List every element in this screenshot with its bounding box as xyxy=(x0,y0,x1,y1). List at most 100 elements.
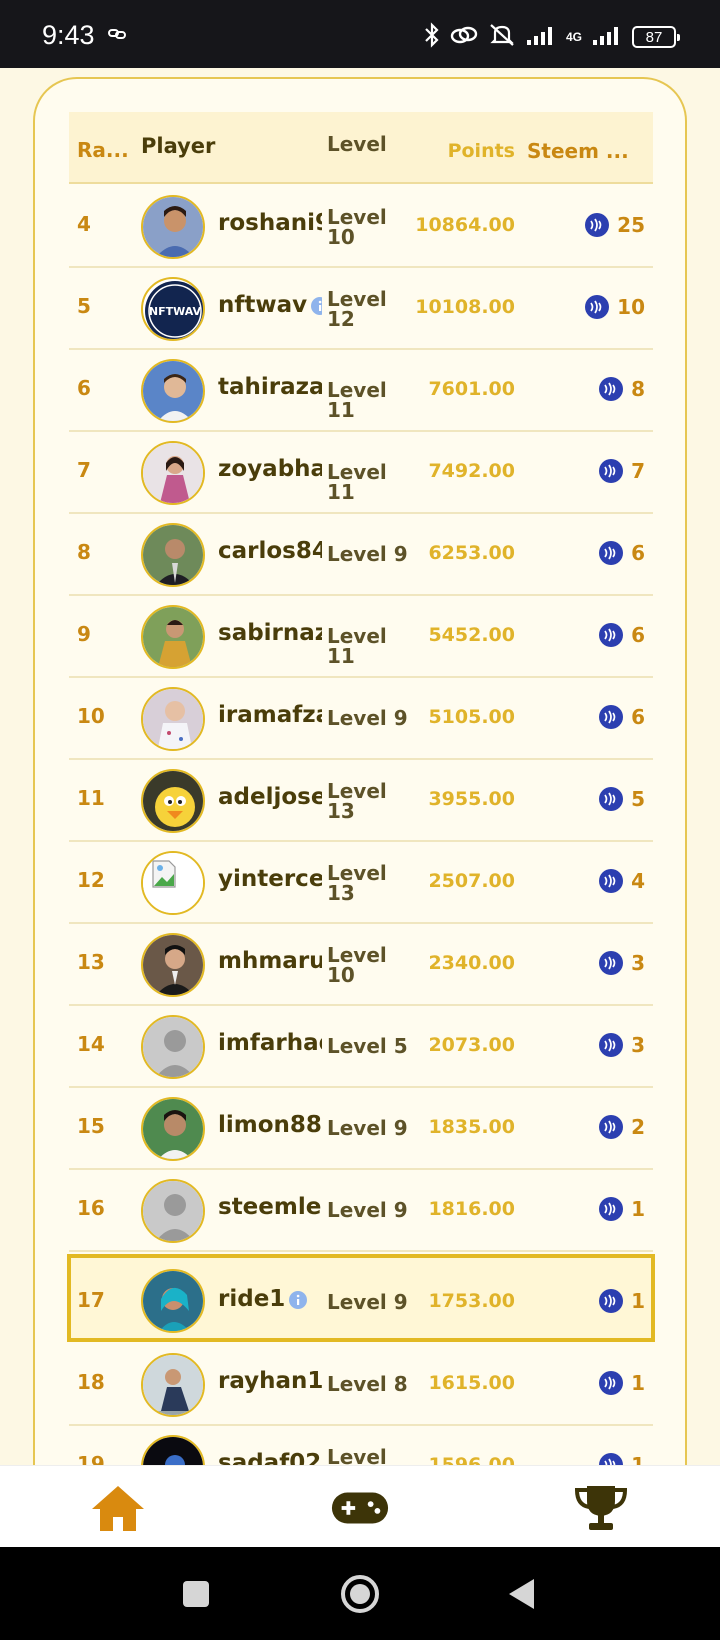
info-icon[interactable] xyxy=(289,1290,308,1309)
steem-cell: 3 xyxy=(599,1033,645,1057)
player-name[interactable]: mhmaruf xyxy=(218,948,322,974)
avatar[interactable] xyxy=(141,1015,205,1079)
header-player[interactable]: Player xyxy=(141,134,215,158)
steem-value: 1 xyxy=(631,1371,645,1395)
rank-cell: 8 xyxy=(77,540,91,564)
nav-games-button[interactable] xyxy=(330,1482,390,1534)
leaderboard-card: Ra... Player Level Points Steem ... 4 ro… xyxy=(33,77,687,1477)
avatar[interactable] xyxy=(141,359,205,423)
points-cell: 5105.00 xyxy=(428,706,515,728)
steem-icon xyxy=(599,459,624,483)
table-row[interactable]: 12 yintercep Level 13 2507.00 4 xyxy=(69,842,653,924)
system-home-button[interactable] xyxy=(340,1574,380,1614)
info-icon[interactable] xyxy=(311,296,322,315)
back-button[interactable] xyxy=(502,1574,542,1614)
avatar[interactable] xyxy=(141,1353,205,1417)
status-time: 9:43 xyxy=(42,20,95,50)
steem-icon xyxy=(599,1033,624,1057)
player-name[interactable]: carlos84 xyxy=(218,538,322,564)
header-rank[interactable]: Ra... xyxy=(77,138,129,162)
steem-cell: 2 xyxy=(599,1115,645,1139)
avatar[interactable] xyxy=(141,523,205,587)
avatar[interactable]: NFTWAV xyxy=(141,277,205,341)
points-cell: 10864.00 xyxy=(415,214,515,236)
player-name[interactable]: nftwav xyxy=(218,292,322,318)
home-icon xyxy=(92,1486,144,1531)
points-cell: 1835.00 xyxy=(428,1116,515,1138)
bluetooth-icon xyxy=(424,22,440,52)
steem-value: 6 xyxy=(631,541,645,565)
table-row[interactable]: 9 sabirnaz Level 11 5452.00 6 xyxy=(69,596,653,678)
table-row[interactable]: 8 carlos84 Level 9 6253.00 6 xyxy=(69,514,653,596)
level-cell: Level 11 xyxy=(327,378,387,422)
header-steem[interactable]: Steem ... xyxy=(527,139,645,163)
steem-cell: 3 xyxy=(599,951,645,975)
player-name[interactable]: iramafzal xyxy=(218,702,322,728)
level-cell: Level 9 xyxy=(327,1116,408,1140)
table-row[interactable]: 7 zoyabhat Level 11 7492.00 7 xyxy=(69,432,653,514)
player-name[interactable]: limon88 xyxy=(218,1112,322,1138)
table-row[interactable]: 6 tahirazar Level 11 7601.00 8 xyxy=(69,350,653,432)
points-cell: 1753.00 xyxy=(428,1290,515,1312)
avatar[interactable] xyxy=(141,605,205,669)
player-name[interactable]: adeljose xyxy=(218,784,322,810)
gamepad-icon xyxy=(331,1492,389,1524)
table-row[interactable]: 13 mhmaruf Level 10 2340.00 3 xyxy=(69,924,653,1006)
player-name[interactable]: tahirazar xyxy=(218,374,322,400)
steem-value: 1 xyxy=(631,1289,645,1313)
steem-cell: 6 xyxy=(599,705,645,729)
avatar[interactable] xyxy=(141,851,205,915)
player-name[interactable]: roshani96 xyxy=(218,210,322,236)
rank-cell: 15 xyxy=(77,1114,105,1138)
nav-home-button[interactable] xyxy=(88,1482,148,1534)
steem-icon xyxy=(599,705,624,729)
avatar[interactable] xyxy=(141,1269,205,1333)
avatar[interactable] xyxy=(141,769,205,833)
steem-cell: 1 xyxy=(599,1197,645,1221)
table-row[interactable]: 11 adeljose Level 13 3955.00 5 xyxy=(69,760,653,842)
avatar-text: NFTWAV xyxy=(149,305,202,318)
nav-leaderboard-button[interactable] xyxy=(571,1482,631,1534)
avatar[interactable] xyxy=(141,687,205,751)
player-name-text: nftwav xyxy=(218,292,308,318)
steem-value: 3 xyxy=(631,1033,645,1057)
leaderboard-rows: 4 roshani96 Level 10 10864.00 25 5 NFTWA… xyxy=(67,186,655,1477)
table-row[interactable]: 5 NFTWAV nftwav Level 12 10108.00 10 xyxy=(69,268,653,350)
table-row[interactable]: 14 imfarhad Level 5 2073.00 3 xyxy=(69,1006,653,1088)
steem-cell: 1 xyxy=(599,1371,645,1395)
player-name[interactable]: rayhan11 xyxy=(218,1368,322,1394)
link-icon xyxy=(108,26,126,45)
player-name[interactable]: steemlea xyxy=(218,1194,322,1220)
steem-cell: 1 xyxy=(599,1289,645,1313)
player-name[interactable]: ride1 xyxy=(218,1286,322,1312)
level-cell: Level 9 xyxy=(327,1198,408,1222)
header-level[interactable]: Level xyxy=(327,134,417,154)
player-name[interactable]: yintercep xyxy=(218,866,322,892)
steem-cell: 6 xyxy=(599,623,645,647)
table-row[interactable]: 10 iramafzal Level 9 5105.00 6 xyxy=(69,678,653,760)
player-name[interactable]: imfarhad xyxy=(218,1030,322,1056)
avatar[interactable] xyxy=(141,195,205,259)
avatar[interactable] xyxy=(141,1097,205,1161)
level-cell: Level 11 xyxy=(327,460,387,504)
avatar[interactable] xyxy=(141,441,205,505)
recent-apps-button[interactable] xyxy=(176,1574,216,1614)
player-name[interactable]: sabirnaz xyxy=(218,620,322,646)
level-cell: Level 5 xyxy=(327,1034,408,1058)
header-points[interactable]: Points xyxy=(447,140,515,162)
level-cell: Level 9 xyxy=(327,706,408,730)
steem-value: 5 xyxy=(631,787,645,811)
avatar[interactable] xyxy=(141,1179,205,1243)
table-row[interactable]: 16 steemlea Level 9 1816.00 1 xyxy=(69,1170,653,1252)
table-row[interactable]: 15 limon88 Level 9 1835.00 2 xyxy=(69,1088,653,1170)
points-cell: 2073.00 xyxy=(428,1034,515,1056)
table-row[interactable]: 4 roshani96 Level 10 10864.00 25 xyxy=(69,186,653,268)
level-cell: Level 12 xyxy=(327,287,387,331)
current-user-row[interactable]: 17 ride1 Level 9 1753.00 1 xyxy=(67,1254,655,1342)
steem-value: 6 xyxy=(631,705,645,729)
avatar[interactable] xyxy=(141,933,205,997)
default-avatar-icon xyxy=(143,1181,203,1241)
player-name[interactable]: zoyabhat xyxy=(218,456,322,482)
table-row[interactable]: 18 rayhan11 Level 8 1615.00 1 xyxy=(69,1344,653,1426)
steem-value: 4 xyxy=(631,869,645,893)
